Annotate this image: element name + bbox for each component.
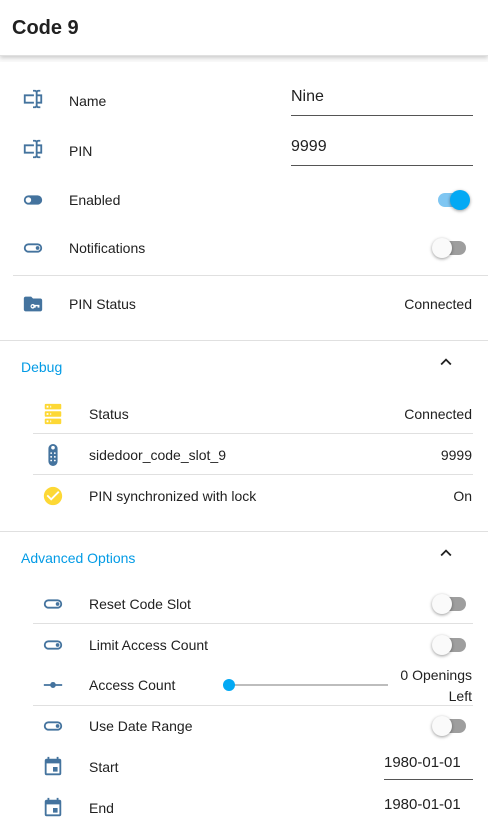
- end-label: End: [89, 800, 114, 816]
- folder-key-icon: [21, 292, 45, 316]
- app-header: Code 9: [0, 0, 488, 56]
- name-field[interactable]: [291, 82, 473, 116]
- enabled-row: Enabled: [0, 186, 488, 214]
- limit-access-toggle[interactable]: [432, 633, 468, 657]
- slot-label: sidedoor_code_slot_9: [89, 447, 226, 463]
- toggle-switch-icon: [21, 188, 45, 212]
- debug-section-title[interactable]: Debug: [21, 359, 62, 375]
- date-range-row: Use Date Range: [0, 712, 488, 740]
- access-count-value: 0 Openings Left: [400, 667, 472, 704]
- end-date-value: 1980-01-01: [384, 796, 461, 813]
- divider: [33, 705, 473, 706]
- chevron-up-icon[interactable]: [434, 541, 458, 565]
- notifications-label: Notifications: [69, 240, 146, 256]
- advanced-section-title[interactable]: Advanced Options: [21, 550, 135, 566]
- check-circle-icon: [41, 484, 65, 508]
- limit-access-label: Limit Access Count: [89, 637, 209, 653]
- pin-status-label: PIN Status: [69, 296, 136, 312]
- divider: [33, 433, 473, 434]
- start-label: Start: [89, 759, 119, 775]
- limit-access-row: Limit Access Count: [0, 631, 488, 659]
- access-count-row: Access Count 0 Openings Left: [0, 665, 488, 705]
- slot-value: 9999: [440, 447, 472, 463]
- toggle-switch-off-icon: [41, 714, 65, 738]
- pin-label: PIN: [69, 143, 93, 159]
- pin-row: PIN: [0, 132, 488, 172]
- access-count-label: Access Count: [89, 677, 176, 693]
- reset-slot-label: Reset Code Slot: [89, 596, 191, 612]
- entities-card: Name PIN Enabled Notifications: [0, 62, 488, 820]
- debug-status-value: Connected: [404, 406, 472, 422]
- section-divider: [0, 531, 488, 532]
- date-range-toggle[interactable]: [432, 714, 468, 738]
- pin-input[interactable]: [291, 132, 473, 156]
- enabled-label: Enabled: [69, 192, 121, 208]
- pin-status-value: Connected: [404, 296, 472, 312]
- pin-status-row: PIN Status Connected: [0, 290, 488, 318]
- enabled-toggle[interactable]: [434, 188, 470, 212]
- divider: [33, 474, 473, 475]
- ray-vertex-icon: [41, 673, 65, 697]
- start-row: Start 1980-01-01: [0, 750, 488, 784]
- remote-icon: [41, 443, 65, 467]
- chevron-up-icon[interactable]: [434, 350, 458, 374]
- start-date-value: 1980-01-01: [384, 754, 461, 771]
- debug-status-row: Status Connected: [0, 400, 488, 428]
- slot-row: sidedoor_code_slot_9 9999: [0, 441, 488, 469]
- divider: [33, 623, 473, 624]
- access-count-slider[interactable]: [222, 673, 388, 697]
- page-title: Code 9: [12, 17, 79, 39]
- toggle-switch-off-icon: [41, 592, 65, 616]
- date-range-label: Use Date Range: [89, 718, 193, 734]
- form-textbox-icon: [21, 87, 45, 111]
- name-input[interactable]: [291, 82, 473, 106]
- calendar-icon: [41, 796, 65, 820]
- start-date-field[interactable]: 1980-01-01: [384, 750, 473, 780]
- toggle-switch-off-icon: [41, 633, 65, 657]
- end-date-field[interactable]: 1980-01-01: [384, 792, 473, 820]
- divider: [13, 275, 488, 276]
- calendar-icon: [41, 755, 65, 779]
- pin-sync-row: PIN synchronized with lock On: [0, 482, 488, 510]
- end-row: End 1980-01-01: [0, 792, 488, 820]
- reset-slot-row: Reset Code Slot: [0, 590, 488, 618]
- pin-sync-value: On: [453, 488, 472, 504]
- reset-slot-toggle[interactable]: [432, 592, 468, 616]
- slider-thumb[interactable]: [223, 679, 235, 691]
- server-icon: [41, 402, 65, 426]
- notifications-row: Notifications: [0, 234, 488, 262]
- name-label: Name: [69, 93, 107, 109]
- debug-status-label: Status: [89, 406, 129, 422]
- form-textbox-icon: [21, 137, 45, 161]
- toggle-switch-off-icon: [21, 236, 45, 260]
- section-divider: [0, 340, 488, 341]
- pin-field[interactable]: [291, 132, 473, 166]
- notifications-toggle[interactable]: [432, 236, 468, 260]
- pin-sync-label: PIN synchronized with lock: [89, 488, 257, 504]
- name-row: Name: [0, 82, 488, 122]
